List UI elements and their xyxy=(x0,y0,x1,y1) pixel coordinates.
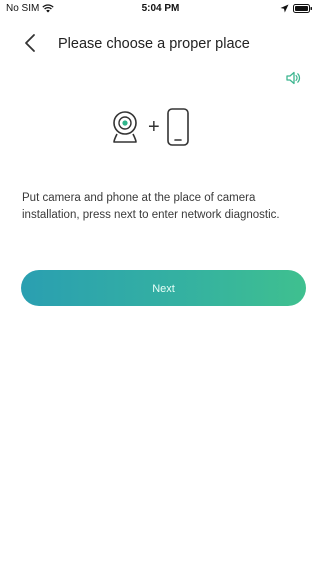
instructions-text: Put camera and phone at the place of cam… xyxy=(22,192,280,221)
status-time: 5:04 PM xyxy=(141,3,180,14)
back-chevron-icon[interactable] xyxy=(22,33,40,53)
status-right-group xyxy=(280,4,313,13)
battery-icon xyxy=(293,4,312,13)
phone-icon xyxy=(166,108,189,146)
camera-icon xyxy=(113,111,137,143)
camera-plus-phone-illustration: + xyxy=(108,106,218,148)
nav-header: Please choose a proper place xyxy=(0,26,321,62)
status-bar: No SIM 5:04 PM xyxy=(0,0,321,20)
speaker-icon[interactable] xyxy=(285,70,301,86)
plus-sign: + xyxy=(148,116,160,138)
page-title: Please choose a proper place xyxy=(58,36,250,52)
location-arrow-icon xyxy=(280,4,289,13)
next-button[interactable]: Next xyxy=(21,270,306,306)
